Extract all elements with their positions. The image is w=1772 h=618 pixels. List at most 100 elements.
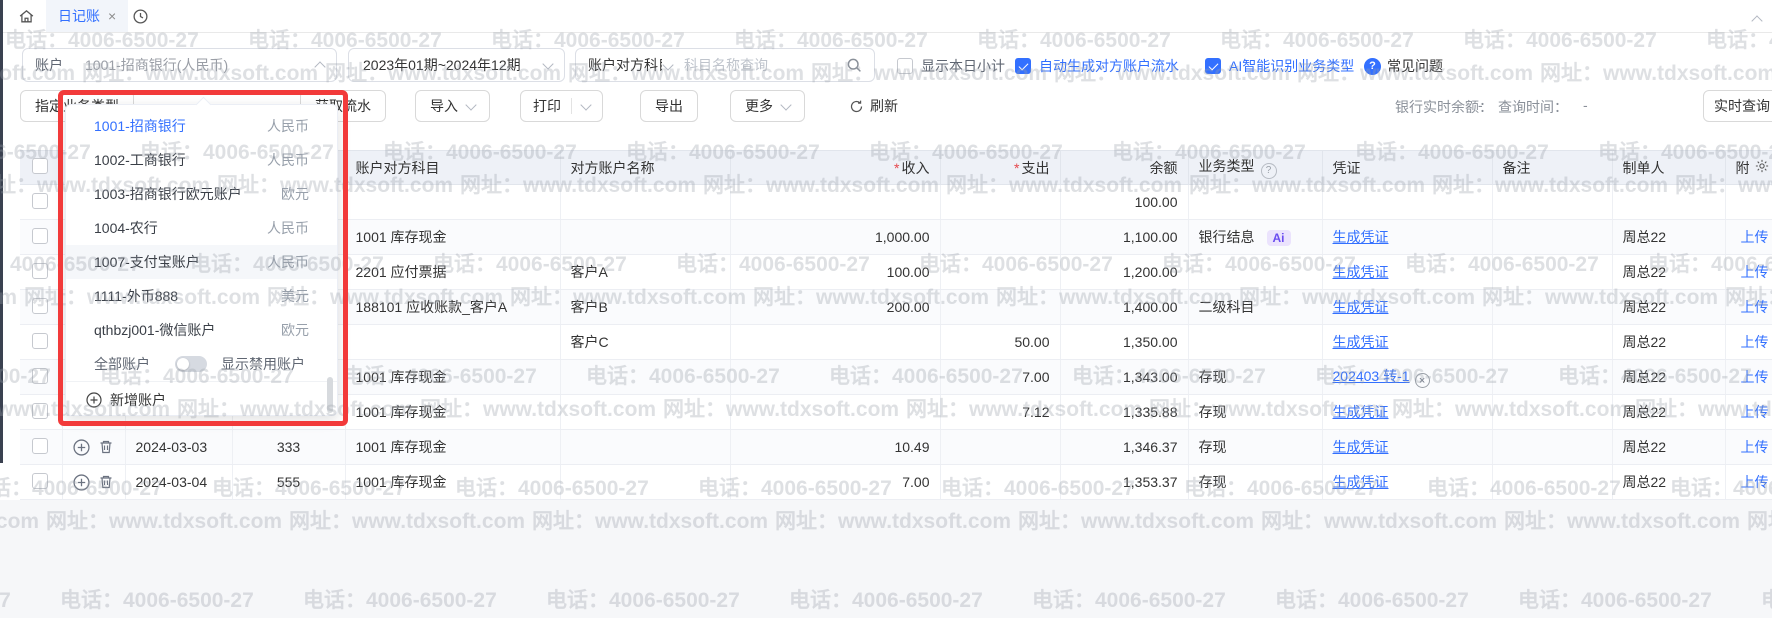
chevron-up-icon[interactable] <box>1751 15 1762 26</box>
checkbox-daily-subtotal[interactable]: 显示本日小计 <box>897 56 1005 76</box>
add-account-button[interactable]: 新增账户 <box>66 381 337 417</box>
row-checkbox[interactable] <box>32 298 48 314</box>
row-checkbox[interactable] <box>32 228 48 244</box>
col-header-check <box>20 151 62 185</box>
account-select[interactable]: 账户 1001-招商银行(人民币) <box>22 48 337 82</box>
generate-voucher-link[interactable]: 生成凭证 <box>1333 474 1389 490</box>
faq-link[interactable]: ? 常见问题 <box>1358 56 1443 76</box>
chevron-down-icon[interactable] <box>580 99 591 110</box>
cell-name <box>560 465 730 500</box>
show-disabled-toggle[interactable] <box>175 356 207 372</box>
generate-voucher-link[interactable]: 生成凭证 <box>1333 334 1389 350</box>
more-button[interactable]: 更多 <box>730 90 805 122</box>
chevron-down-icon <box>465 99 476 110</box>
account-option[interactable]: qthbzj001-微信账户欧元 <box>66 313 337 347</box>
row-checkbox[interactable] <box>32 193 48 209</box>
all-accounts-label[interactable]: 全部账户 <box>94 354 150 374</box>
cell-attach: 上传 <box>1725 360 1772 395</box>
checkbox-auto-flow[interactable]: 自动生成对方账户流水 <box>1015 56 1179 76</box>
generate-voucher-link[interactable]: 生成凭证 <box>1333 404 1389 420</box>
search-input[interactable] <box>682 56 846 74</box>
upload-link[interactable]: 上传 <box>1741 369 1769 385</box>
subject-search-box[interactable]: 账户对方科目 <box>575 48 875 82</box>
generate-voucher-link[interactable]: 生成凭证 <box>1333 229 1389 245</box>
dropdown-scrollbar[interactable] <box>327 377 333 413</box>
tab-journal[interactable]: 日记账 × <box>46 0 128 32</box>
cell-subject: 2201 应付票据 <box>345 255 560 290</box>
upload-link[interactable]: 上传 <box>1741 264 1769 280</box>
currency-label: 欧元 <box>281 320 309 340</box>
realtime-query-button[interactable]: 实时查询 <box>1703 90 1772 122</box>
left-edge-strip <box>0 0 3 463</box>
help-icon: ? <box>1364 58 1381 75</box>
cell-income <box>730 185 940 220</box>
refresh-button[interactable]: 刷新 <box>835 90 912 122</box>
cell-expense <box>940 430 1060 465</box>
row-checkbox[interactable] <box>32 368 48 384</box>
header-checkbox[interactable] <box>32 158 48 174</box>
upload-link[interactable]: 上传 <box>1741 229 1769 245</box>
voucher-link[interactable]: 202403 转-1 <box>1333 368 1410 384</box>
faq-label: 常见问题 <box>1387 56 1443 76</box>
close-icon[interactable]: × <box>108 9 116 23</box>
print-split-button[interactable]: 打印 <box>520 90 603 122</box>
delete-row-icon[interactable] <box>98 439 114 455</box>
checkbox-ai-recognize[interactable]: AI智能识别业务类型 <box>1205 56 1354 76</box>
delete-row-icon[interactable] <box>98 474 114 490</box>
cell-check <box>20 255 62 290</box>
cell-expense: 50.00 <box>940 325 1060 360</box>
row-checkbox[interactable] <box>32 263 48 279</box>
info-icon[interactable]: ? <box>1261 163 1277 179</box>
period-select[interactable]: 2023年01期~2024年12期 <box>348 48 565 82</box>
cell-maker: 周总22 <box>1612 255 1725 290</box>
col-header-voucher: 凭证 <box>1322 151 1492 185</box>
add-row-icon[interactable] <box>73 474 90 491</box>
gear-icon[interactable] <box>1754 158 1770 174</box>
home-icon[interactable] <box>18 8 35 28</box>
account-option[interactable]: 1004-农行人民币 <box>66 211 337 245</box>
upload-link[interactable]: 上传 <box>1741 439 1769 455</box>
checkbox-checked-icon[interactable] <box>1015 58 1031 74</box>
col-header-income: *收入 <box>730 151 940 185</box>
page-background <box>0 500 1772 618</box>
top-tab-bar: 日记账 × <box>0 0 1772 33</box>
cell-name: 客户A <box>560 255 730 290</box>
generate-voucher-link[interactable]: 生成凭证 <box>1333 299 1389 315</box>
upload-link[interactable]: 上传 <box>1741 334 1769 350</box>
generate-voucher-link[interactable]: 生成凭证 <box>1333 439 1389 455</box>
upload-link[interactable]: 上传 <box>1741 404 1769 420</box>
generate-voucher-link[interactable]: 生成凭证 <box>1333 264 1389 280</box>
cell-remark <box>1492 395 1612 430</box>
upload-link[interactable]: 上传 <box>1741 299 1769 315</box>
row-checkbox[interactable] <box>32 473 48 489</box>
add-row-icon[interactable] <box>73 439 90 456</box>
cell-expense <box>940 290 1060 325</box>
row-checkbox[interactable] <box>32 333 48 349</box>
upload-link[interactable]: 上传 <box>1741 474 1769 490</box>
account-option[interactable]: 1002-工商银行人民币 <box>66 143 337 177</box>
account-option[interactable]: 1007-支付宝账户人民币 <box>66 245 337 279</box>
export-button[interactable]: 导出 <box>640 90 698 122</box>
cell-maker: 周总22 <box>1612 395 1725 430</box>
currency-label: 人民币 <box>267 218 309 238</box>
period-value: 2023年01期~2024年12期 <box>363 55 521 75</box>
account-option[interactable]: 1111-外币888美元 <box>66 279 337 313</box>
chevron-down-icon[interactable] <box>662 59 673 70</box>
cell-name <box>560 430 730 465</box>
cell-balance: 1,200.00 <box>1060 255 1188 290</box>
cell-remark <box>1492 360 1612 395</box>
row-checkbox[interactable] <box>32 403 48 419</box>
import-button[interactable]: 导入 <box>415 90 490 122</box>
history-icon[interactable] <box>132 8 149 28</box>
cell-expense <box>940 465 1060 500</box>
remove-voucher-icon[interactable]: × <box>1415 373 1430 388</box>
checkbox-label: 自动生成对方账户流水 <box>1039 56 1179 76</box>
chevron-down-icon <box>780 99 791 110</box>
search-icon[interactable] <box>846 57 862 73</box>
col-header-subject: 账户对方科目 <box>345 151 560 185</box>
checkbox-checked-icon[interactable] <box>1205 58 1221 74</box>
account-option[interactable]: 1003-招商银行欧元账户欧元 <box>66 177 337 211</box>
account-option[interactable]: 1001-招商银行人民币 <box>66 109 337 143</box>
row-checkbox[interactable] <box>32 438 48 454</box>
checkbox-icon[interactable] <box>897 58 913 74</box>
